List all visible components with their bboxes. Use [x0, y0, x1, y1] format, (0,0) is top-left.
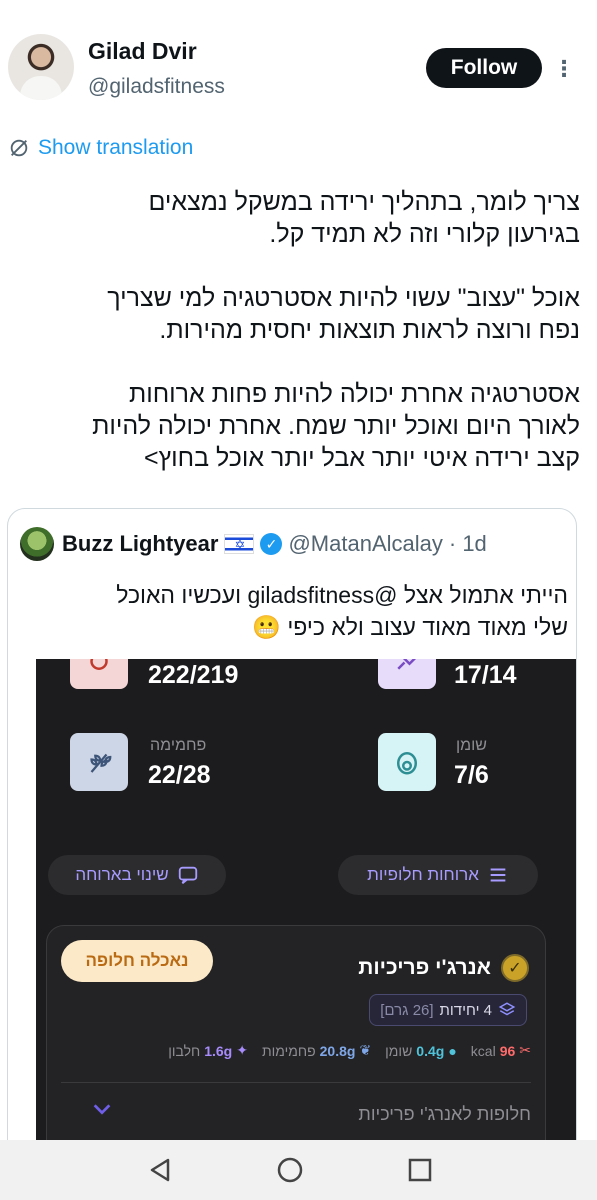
wheat-icon: [70, 733, 128, 791]
swap-meal-button[interactable]: שינוי בארוחה: [48, 855, 226, 895]
more-options-button[interactable]: ⋮: [552, 52, 576, 86]
fat-macro-value: 0.4g: [416, 1042, 445, 1059]
follow-button[interactable]: Follow: [426, 48, 542, 88]
quote-author-name[interactable]: Buzz Lightyear: [62, 531, 218, 557]
layers-icon: [498, 1002, 516, 1016]
tweet-page: Gilad Dvir @giladsfitness Follow ⋮ Show …: [0, 0, 597, 1200]
utensils-icon: ✂: [519, 1042, 531, 1058]
kcal-label: kcal: [470, 1042, 496, 1059]
units-selector[interactable]: 4 יחידות [26 גרם]: [369, 994, 527, 1026]
carbs-value: 22/28: [148, 761, 211, 789]
system-nav-bar: [0, 1140, 597, 1200]
app-screenshot: 222/219 17/14 פחמימה 22/28 שומן 7/6 שינו…: [36, 659, 576, 1199]
quote-header: Buzz Lightyear ✓ @MatanAlcalay · 1d: [20, 527, 487, 561]
swap-meal-label: שינוי בארוחה: [75, 865, 169, 884]
protein-macro-label: חלבון: [168, 1042, 201, 1059]
chat-icon: [178, 866, 197, 884]
recents-icon[interactable]: [404, 1154, 436, 1186]
home-icon[interactable]: [274, 1154, 306, 1186]
swap-badge[interactable]: נאכלה חלופה: [61, 940, 213, 982]
flag-israel-icon: [224, 534, 255, 554]
fat-macro-label: שומן: [385, 1042, 413, 1059]
author-handle[interactable]: @giladsfitness: [88, 75, 225, 99]
quote-author-handle[interactable]: @MatanAlcalay: [288, 531, 442, 557]
verified-icon: ✓: [260, 533, 283, 555]
fat-macro: ● 0.4g שומן: [385, 1042, 457, 1059]
macros-row: ✂ 96 kcal ● 0.4g שומן ❦ 20.8g פחמימות ✦ …: [168, 1042, 531, 1059]
author-avatar[interactable]: [8, 34, 74, 100]
wheat-small-icon: ❦: [359, 1042, 372, 1058]
flame-icon: [70, 659, 128, 689]
chevron-down-icon[interactable]: [91, 1098, 113, 1120]
protein-value: 17/14: [454, 661, 517, 689]
avocado-icon: [378, 733, 436, 791]
tweet-header: Gilad Dvir @giladsfitness Follow ⋮: [0, 30, 597, 110]
translate-icon: [10, 139, 28, 157]
drumstick-icon: [378, 659, 436, 689]
units-grams: [26 גרם]: [380, 1001, 434, 1019]
kcal-value: 96: [499, 1042, 516, 1059]
quote-avatar[interactable]: [20, 527, 54, 561]
back-icon[interactable]: [144, 1154, 176, 1186]
divider: [61, 1082, 531, 1083]
check-icon[interactable]: ✓: [501, 954, 529, 982]
carbs-macro-label: פחמימות: [261, 1042, 316, 1059]
fat-value: 7/6: [454, 761, 489, 789]
quote-time: · 1d: [448, 531, 487, 556]
quote-text: הייתי אתמול אצל @giladsfitness ועכשיו הא…: [116, 582, 568, 640]
units-count: 4 יחידות: [439, 1001, 492, 1019]
protein-macro-value: 1.6g: [204, 1042, 233, 1059]
carbs-macro: ❦ 20.8g פחמימות: [262, 1042, 371, 1059]
carbs-label: פחמימה: [150, 737, 207, 754]
list-icon: [490, 868, 506, 882]
alt-meals-button[interactable]: ארוחות חלופיות: [338, 855, 538, 895]
translate-label: Show translation: [38, 136, 194, 159]
drop-icon: ●: [448, 1042, 457, 1059]
protein-macro: ✦ 1.6g חלבון: [168, 1042, 248, 1059]
carbs-macro-value: 20.8g: [319, 1042, 356, 1059]
alt-meals-label: ארוחות חלופיות: [367, 865, 479, 884]
author-name[interactable]: Gilad Dvir: [88, 38, 197, 65]
calories-value: 222/219: [148, 661, 239, 689]
show-translation-link[interactable]: Show translation: [8, 136, 193, 160]
fat-label: שומן: [456, 737, 487, 754]
meal-title: אנרג'י פריכיות: [358, 956, 491, 979]
alternatives-label[interactable]: חלופות לאנרג'י פריכיות: [358, 1104, 531, 1125]
drumstick-small-icon: ✦: [236, 1042, 248, 1058]
tweet-text: צריך לומר, בתהליך ירידה במשקל נמצאים בגי…: [92, 188, 580, 472]
kcal-macro: ✂ 96 kcal: [471, 1042, 531, 1059]
quoted-tweet[interactable]: Buzz Lightyear ✓ @MatanAlcalay · 1d היית…: [7, 508, 577, 1200]
